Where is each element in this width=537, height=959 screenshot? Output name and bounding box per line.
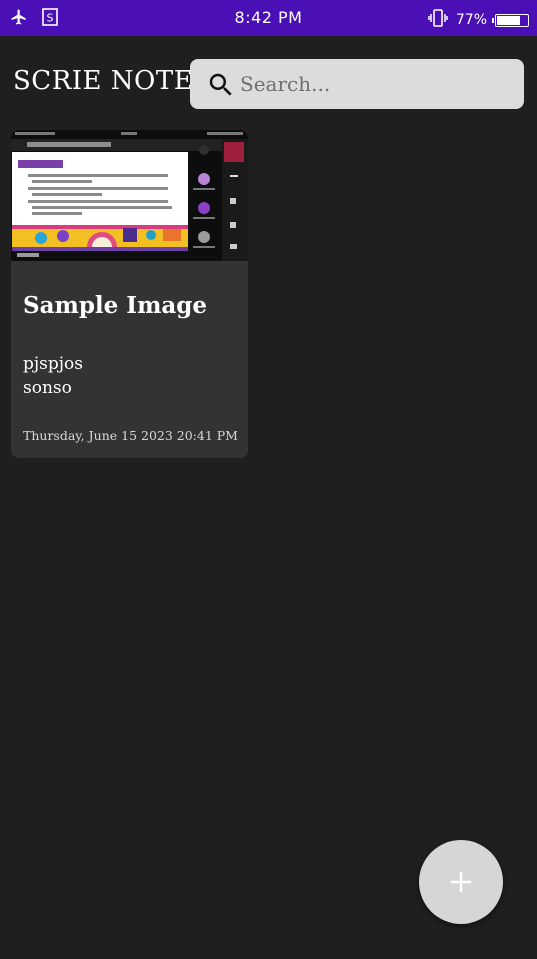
note-title: Sample Image bbox=[23, 292, 208, 319]
battery-icon bbox=[492, 13, 529, 27]
add-note-button[interactable] bbox=[419, 840, 503, 924]
search-icon[interactable] bbox=[206, 70, 236, 100]
plus-icon bbox=[450, 871, 472, 893]
battery-level-fill bbox=[497, 15, 521, 25]
note-date: Thursday, June 15 2023 20:41 PM bbox=[23, 428, 238, 443]
status-bar: S 8:42 PM 77% bbox=[0, 0, 537, 36]
vibrate-icon bbox=[428, 9, 448, 31]
search-input[interactable] bbox=[240, 59, 510, 109]
note-image-thumbnail bbox=[11, 130, 248, 261]
search-bar[interactable] bbox=[190, 59, 524, 109]
note-body-line: sonso bbox=[23, 378, 72, 398]
note-body: pjspjos sonso bbox=[23, 352, 83, 400]
battery-percent: 77% bbox=[455, 12, 487, 28]
note-card[interactable]: Sample Image pjspjos sonso Thursday, Jun… bbox=[11, 130, 248, 458]
app-title: SCRIE NOTES bbox=[13, 66, 212, 96]
status-right-icons: 77% bbox=[428, 9, 529, 31]
note-body-line: pjspjos bbox=[23, 354, 83, 374]
